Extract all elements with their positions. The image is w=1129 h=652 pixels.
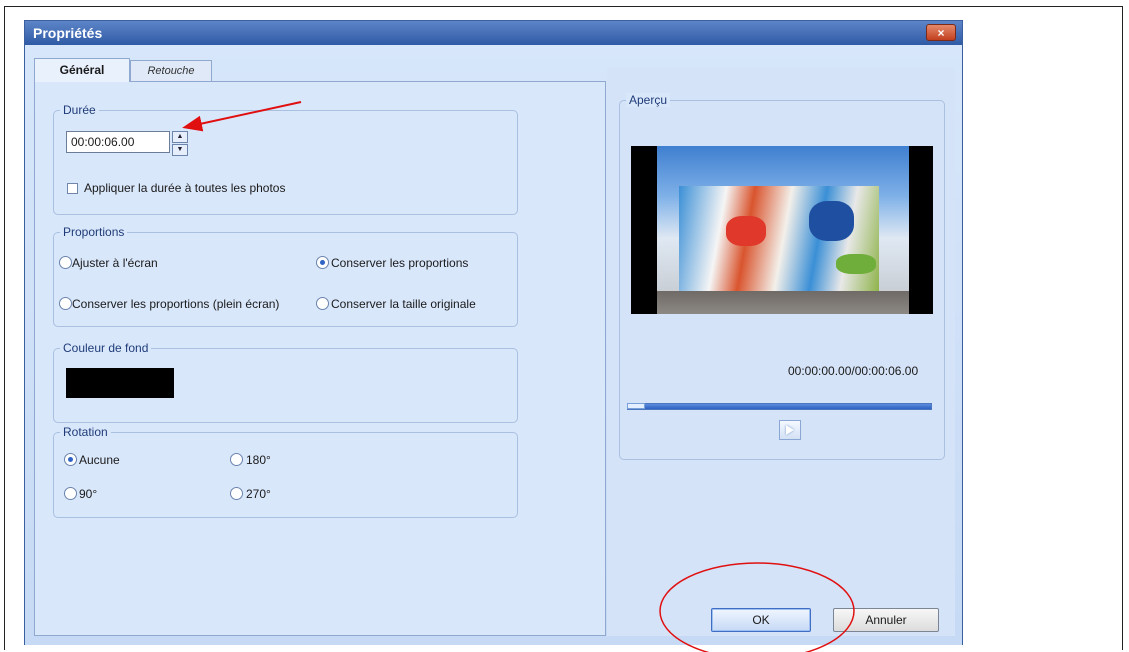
rotation-group: Rotation	[53, 425, 518, 518]
radio-original-size-label[interactable]: Conserver la taille originale	[331, 297, 476, 311]
play-icon	[786, 425, 794, 435]
radio-original-size[interactable]	[316, 297, 329, 310]
window-title: Propriétés	[33, 25, 103, 41]
radio-keep-proportions-label[interactable]: Conserver les proportions	[331, 256, 468, 270]
title-bar[interactable]: Propriétés ×	[25, 21, 962, 45]
radio-rotation-270[interactable]	[230, 487, 243, 500]
spin-down-icon[interactable]: ▼	[172, 144, 188, 156]
seek-thumb[interactable]	[627, 403, 645, 409]
radio-rotation-180-label[interactable]: 180°	[246, 453, 271, 467]
proportions-legend: Proportions	[60, 225, 128, 239]
radio-rotation-none-label[interactable]: Aucune	[79, 453, 120, 467]
preview-timecode: 00:00:00.00/00:00:06.00	[788, 364, 919, 378]
ok-button[interactable]: OK	[711, 608, 811, 632]
tab-general[interactable]: Général	[34, 58, 130, 82]
duration-legend: Durée	[60, 103, 99, 117]
tab-retouche[interactable]: Retouche	[130, 60, 212, 82]
duration-spinner[interactable]: ▲ ▼	[172, 131, 188, 157]
preview-legend: Aperçu	[626, 93, 671, 107]
rotation-legend: Rotation	[60, 425, 111, 439]
radio-rotation-90-label[interactable]: 90°	[79, 487, 97, 501]
preview-building	[679, 186, 879, 291]
preview-image	[631, 146, 933, 314]
radio-rotation-270-label[interactable]: 270°	[246, 487, 271, 501]
radio-rotation-none[interactable]	[64, 453, 77, 466]
spin-up-icon[interactable]: ▲	[172, 131, 188, 143]
radio-fit-screen-label[interactable]: Ajuster à l'écran	[72, 256, 158, 270]
cancel-button[interactable]: Annuler	[833, 608, 939, 632]
apply-duration-all-checkbox[interactable]	[67, 183, 78, 194]
background-color-legend: Couleur de fond	[60, 341, 152, 355]
play-button[interactable]	[779, 420, 801, 440]
close-button[interactable]: ×	[926, 24, 956, 41]
radio-keep-proportions-fullscreen-label[interactable]: Conserver les proportions (plein écran)	[72, 297, 279, 311]
radio-keep-proportions-fullscreen[interactable]	[59, 297, 72, 310]
duration-group: Durée	[53, 103, 518, 215]
radio-fit-screen[interactable]	[59, 256, 72, 269]
proportions-group: Proportions	[53, 225, 518, 327]
background-color-swatch[interactable]	[66, 368, 174, 398]
apply-duration-all-label: Appliquer la durée à toutes les photos	[84, 181, 286, 195]
radio-rotation-90[interactable]	[64, 487, 77, 500]
radio-keep-proportions[interactable]	[316, 256, 329, 269]
preview-seek-bar[interactable]	[627, 403, 932, 410]
radio-rotation-180[interactable]	[230, 453, 243, 466]
duration-input[interactable]: 00:00:06.00	[66, 131, 170, 153]
